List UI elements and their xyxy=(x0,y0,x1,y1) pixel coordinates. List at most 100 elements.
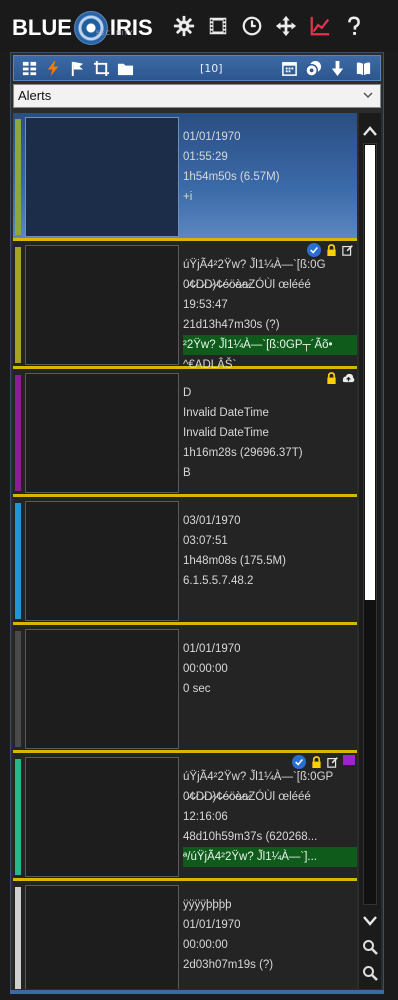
alert-thumbnail[interactable] xyxy=(25,373,179,493)
camera-color-stripe xyxy=(15,887,21,989)
cloud-upload-icon xyxy=(341,371,355,385)
alert-info-line: +i xyxy=(183,191,193,203)
camera-color-stripe xyxy=(15,119,21,235)
alert-info-line: B xyxy=(183,467,191,479)
chevron-down-icon[interactable] xyxy=(362,89,374,101)
alert-info-line: 0̷¢̷D̷D̷)̷¢̷é̷ö̷à̷a̷ZÓÙl œlééé xyxy=(183,279,311,291)
alert-badges xyxy=(307,243,355,257)
chart-icon[interactable] xyxy=(308,14,332,38)
alert-info: D Invalid DateTime Invalid DateTime 1h16m28… xyxy=(183,383,357,483)
alert-info-line: 21d13h47m30s (?) xyxy=(183,319,280,331)
alert-info: úŸjÃ4²2Ÿw? J̃l1¼À—`[ß:0GP 0̷¢̷D̷D̷)̷¢̷é̷ö… xyxy=(183,767,357,867)
purple-flag-icon xyxy=(343,755,355,765)
view-select[interactable]: Alerts xyxy=(13,84,381,108)
logo-blue-text: BLUE xyxy=(12,15,72,40)
calendar-icon[interactable] xyxy=(280,59,298,77)
alert-row[interactable]: 03/01/1970 03:07:51 1h48m08s (175.5M) 6.1.5… xyxy=(13,497,357,625)
alert-thumbnail[interactable] xyxy=(25,629,179,749)
move-icon[interactable] xyxy=(274,14,298,38)
alert-count: [10] xyxy=(200,62,223,75)
scrollbar-track[interactable] xyxy=(363,143,377,905)
crop-icon[interactable] xyxy=(92,59,110,77)
alert-info-line: 12:16:06 xyxy=(183,811,228,823)
camera-color-stripe xyxy=(15,247,21,363)
clock-icon[interactable] xyxy=(240,14,264,38)
cameras-icon[interactable] xyxy=(304,59,322,77)
alert-info-line: 1h54m50s (6.57M) xyxy=(183,171,280,183)
blue-iris-logo: BLUE IRIS xyxy=(12,10,153,46)
chevron-up-icon[interactable] xyxy=(359,121,381,141)
folder-icon[interactable] xyxy=(116,59,134,77)
alert-info-line: 48d10h59m37s (620268... xyxy=(183,831,318,843)
alert-info: úŸjÃ4²2Ÿw? J̃l1¼À—`[ß:0G 0̷¢̷D̷D̷)̷¢̷é̷ö̷… xyxy=(183,255,357,375)
alert-thumbnail[interactable] xyxy=(25,245,179,365)
alert-info-line: 01:55:29 xyxy=(183,151,228,163)
alert-badges xyxy=(324,371,355,385)
alert-thumbnail[interactable] xyxy=(25,757,179,877)
alert-info-line: úŸjÃ4²2Ÿw? J̃l1¼À—`[ß:0GP xyxy=(183,771,334,783)
zoom-in-icon[interactable] xyxy=(362,939,378,955)
app-header: BLUE IRIS SECURITY xyxy=(0,0,398,52)
book-icon[interactable] xyxy=(354,59,372,77)
camera-color-stripe xyxy=(15,503,21,619)
alert-info-line: 00:00:00 xyxy=(183,663,228,675)
alert-thumbnail[interactable] xyxy=(25,117,179,237)
bottom-divider xyxy=(10,990,384,994)
alert-row[interactable]: úŸjÃ4²2Ÿw? J̃l1¼À—`[ß:0G 0̷¢̷D̷D̷)̷¢̷é̷ö̷… xyxy=(13,241,357,371)
alert-info-line: úŸjÃ4²2Ÿw? J̃l1¼À—`[ß:0G xyxy=(183,259,326,271)
scrollbar-thumb[interactable] xyxy=(365,145,375,600)
alert-info-line: 1h16m28s (29696.37T) xyxy=(183,447,303,459)
alert-thumbnail[interactable] xyxy=(25,501,179,621)
lock-icon xyxy=(309,755,323,769)
alert-info-line: 2d03h07m19s (?) xyxy=(183,959,274,971)
alert-info-line: 01/01/1970 xyxy=(183,919,241,931)
alert-info-line: Invalid DateTime xyxy=(183,427,269,439)
alert-info-line: 03/01/1970 xyxy=(183,515,241,527)
film-icon[interactable] xyxy=(206,14,230,38)
logo-security-text: SECURITY xyxy=(96,30,134,37)
lock-icon xyxy=(324,243,338,257)
alert-info-line: 1h48m08s (175.5M) xyxy=(183,555,286,567)
alert-info-line: 6.1.5.5.7.48.2 xyxy=(183,575,254,587)
lightning-icon[interactable] xyxy=(44,59,62,77)
help-icon[interactable] xyxy=(342,14,366,38)
alert-info-line: D xyxy=(183,387,192,399)
chevron-down-scroll-icon[interactable] xyxy=(359,911,381,931)
gear-icon[interactable] xyxy=(172,14,196,38)
alert-info: 01/01/1970 00:00:00 0 sec xyxy=(183,639,357,699)
alert-info-line: 03:07:51 xyxy=(183,535,228,547)
alerts-list[interactable]: 01/01/1970 01:55:29 1h54m50s (6.57M) +i úŸjÃ… xyxy=(13,113,357,989)
flag-icon[interactable] xyxy=(68,59,86,77)
camera-color-stripe xyxy=(15,631,21,747)
list-scrollbar[interactable] xyxy=(359,113,381,989)
alert-info-line: ª/úŸjÃ4²2Ÿw? J̃l1¼À—`]... xyxy=(183,847,357,867)
alert-info-line xyxy=(183,975,357,989)
alert-row[interactable]: úŸjÃ4²2Ÿw? J̃l1¼À—`[ß:0GP 0̷¢̷D̷D̷)̷¢̷é̷ö… xyxy=(13,753,357,881)
alert-thumbnail[interactable] xyxy=(25,885,179,989)
alert-row[interactable]: ÿÿÿÿþþþþ 01/01/1970 00:00:00 2d03h07m19s (?… xyxy=(13,881,357,989)
download-icon[interactable] xyxy=(328,59,346,77)
zoom-out-icon[interactable] xyxy=(362,965,378,981)
alerts-panel: [10] Alerts 01/01/1970 01:55:29 1h54m50s (… xyxy=(10,52,384,994)
alert-info: ÿÿÿÿþþþþ 01/01/1970 00:00:00 2d03h07m19s (?… xyxy=(183,895,357,989)
alert-row[interactable]: D Invalid DateTime Invalid DateTime 1h16m28… xyxy=(13,369,357,497)
alert-info-line: 0 sec xyxy=(183,683,211,695)
ai-confirm-icon xyxy=(307,243,321,257)
alert-info-line: Invalid DateTime xyxy=(183,407,269,419)
camera-color-stripe xyxy=(15,759,21,875)
ai-confirm-icon xyxy=(292,755,306,769)
alert-info-line: ÿÿÿÿþþþþ xyxy=(183,899,232,911)
alert-info: 03/01/1970 03:07:51 1h48m08s (175.5M) 6.1.5… xyxy=(183,511,357,591)
alert-info-line: 01/01/1970 xyxy=(183,131,241,143)
alert-info: 01/01/1970 01:55:29 1h54m50s (6.57M) +i xyxy=(183,127,357,207)
view-select-value: Alerts xyxy=(18,88,52,103)
lock-icon xyxy=(324,371,338,385)
tree-icon[interactable] xyxy=(20,59,38,77)
alert-row[interactable]: 01/01/1970 01:55:29 1h54m50s (6.57M) +i xyxy=(13,113,357,241)
edit-icon xyxy=(326,755,340,769)
alert-info-line: 00:00:00 xyxy=(183,939,228,951)
alert-row[interactable]: 01/01/1970 00:00:00 0 sec xyxy=(13,625,357,753)
alert-info-line: 0̷¢̷D̷D̷)̷¢̷é̷ö̷à̷a̷ZÓÙl œlééé xyxy=(183,791,311,803)
camera-color-stripe xyxy=(15,375,21,491)
logo-iris-text: IRIS xyxy=(109,15,153,40)
